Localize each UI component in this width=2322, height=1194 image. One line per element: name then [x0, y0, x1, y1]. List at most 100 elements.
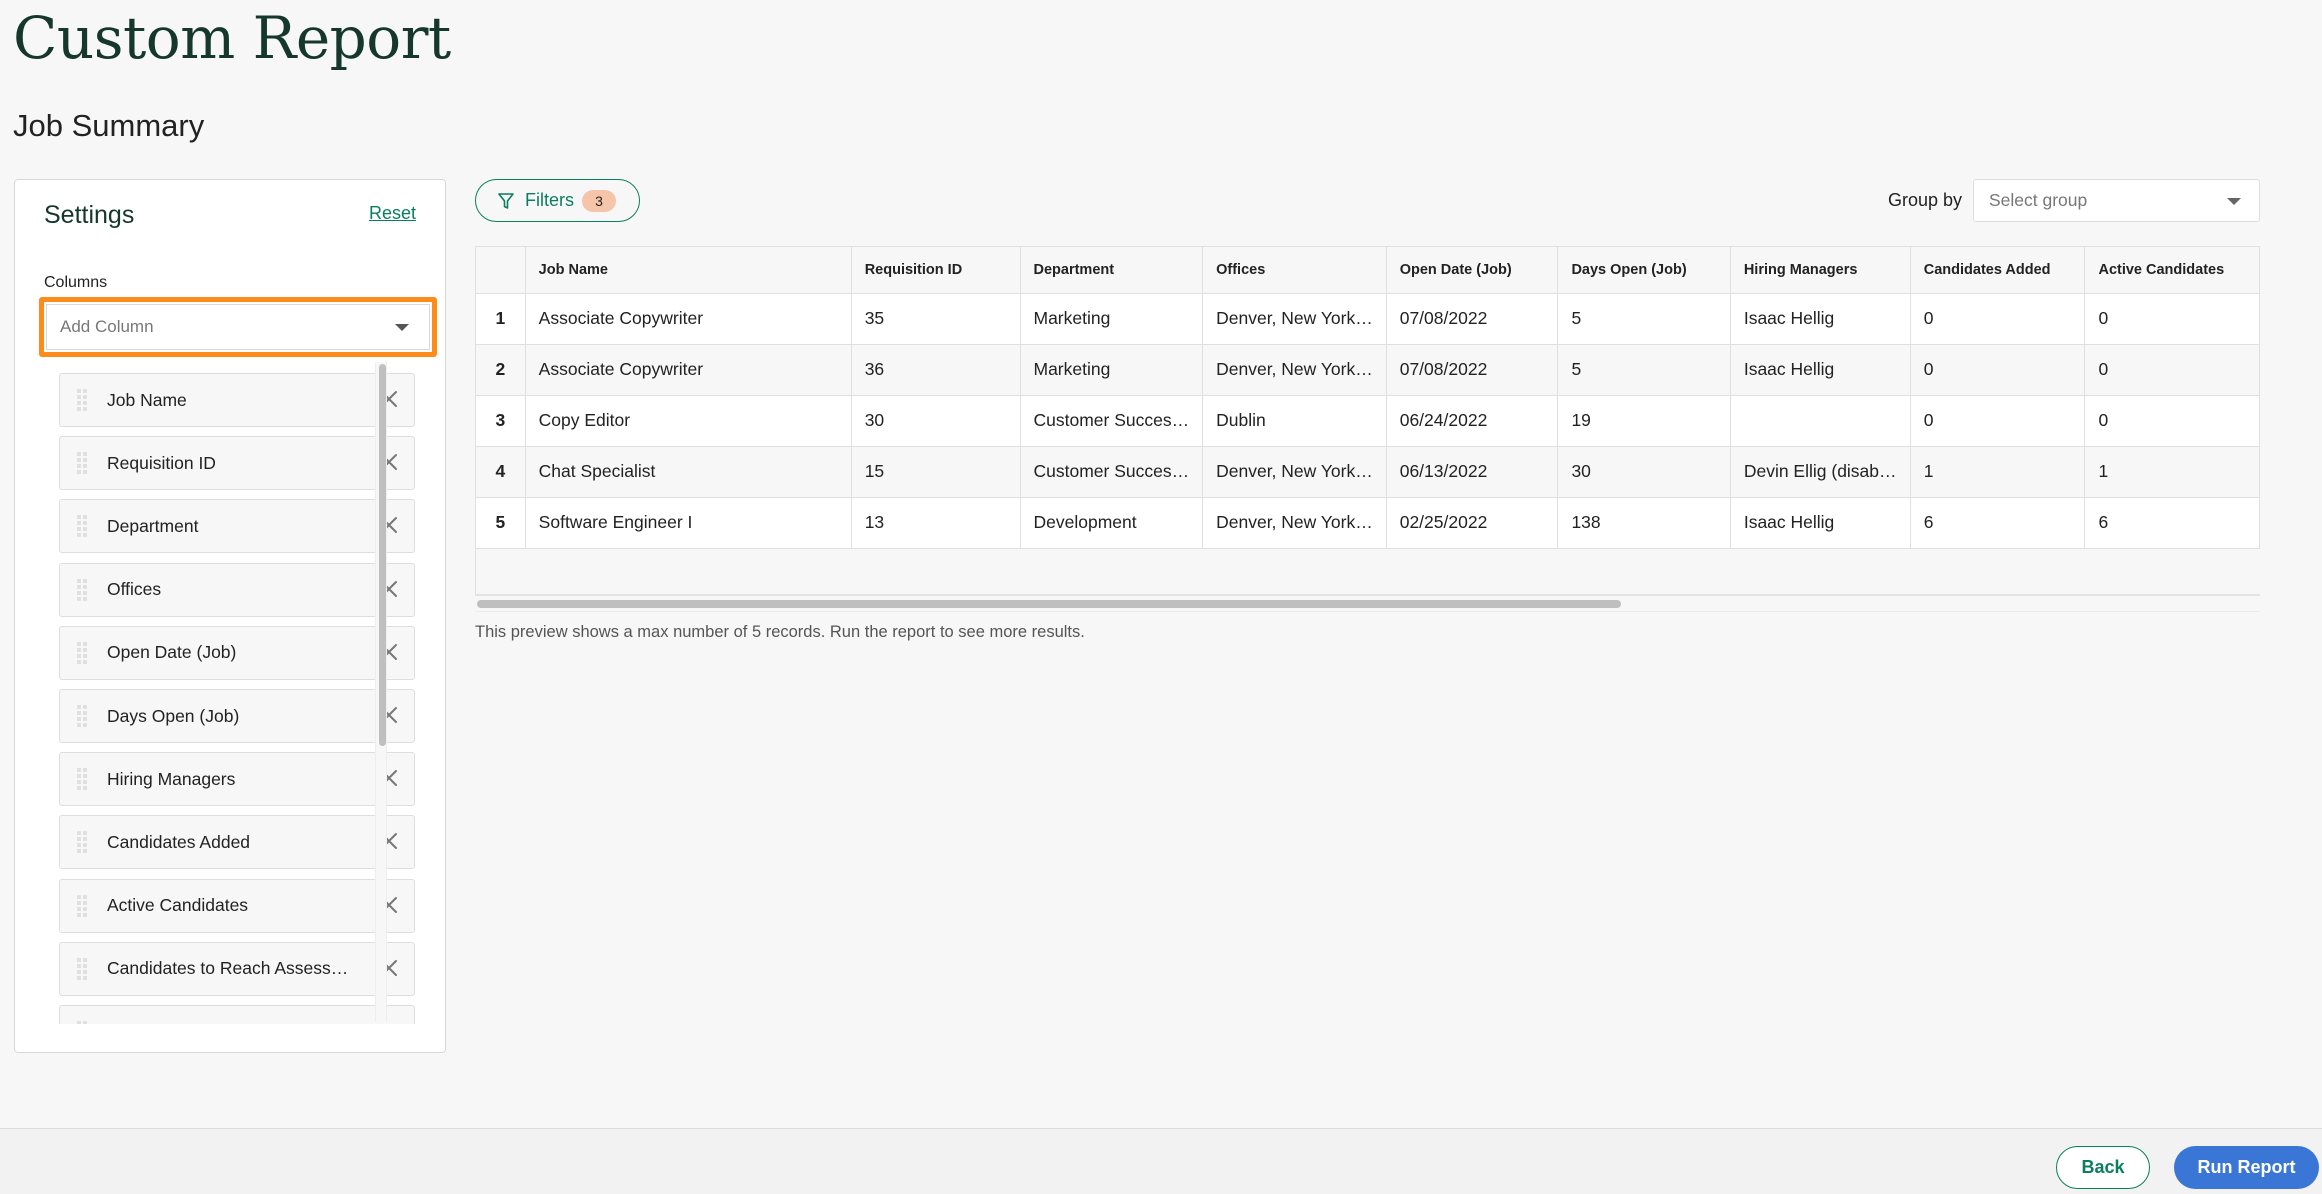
- column-header: Requisition ID: [851, 247, 1021, 294]
- filters-count-badge: 3: [582, 189, 616, 212]
- table-cell: 5: [1557, 344, 1731, 396]
- column-header: Days Open (Job): [1557, 247, 1731, 294]
- table-cell: Denver, New York…: [1202, 446, 1387, 498]
- column-item[interactable]: Hiring Managers: [59, 752, 415, 807]
- table-cell: 138: [1557, 497, 1731, 549]
- report-subtitle: Job Summary: [13, 108, 205, 143]
- table-cell: 07/08/2022: [1386, 293, 1559, 345]
- table-cell: Software Engineer I: [525, 497, 852, 549]
- table-cell: 15: [851, 446, 1021, 498]
- add-column-dropdown[interactable]: Add Column: [39, 297, 437, 357]
- drag-handle-icon[interactable]: [77, 641, 87, 664]
- back-button[interactable]: Back: [2056, 1146, 2150, 1189]
- column-list-scrollbar[interactable]: [375, 362, 387, 1022]
- table-cell: Denver, New York…: [1202, 293, 1387, 345]
- table-divider: [475, 594, 2260, 596]
- table-cell: 0: [2084, 293, 2260, 345]
- drag-handle-icon[interactable]: [77, 957, 87, 980]
- table-horizontal-scrollbar[interactable]: [477, 600, 1621, 608]
- column-list-scrollbar-thumb[interactable]: [379, 364, 386, 746]
- table-cell: 13: [851, 497, 1021, 549]
- row-index: 3: [476, 395, 526, 447]
- run-report-button[interactable]: Run Report: [2174, 1146, 2319, 1189]
- drag-handle-icon[interactable]: [77, 768, 87, 791]
- column-item[interactable]: Candidates Added: [59, 815, 415, 870]
- table-cell: Development: [1020, 497, 1204, 549]
- table-cell: 06/24/2022: [1386, 395, 1559, 447]
- column-item[interactable]: Requisition ID: [59, 436, 415, 491]
- table-cell: 0: [1910, 395, 2086, 447]
- column-item[interactable]: Offices: [59, 562, 415, 617]
- column-item-label: Open Date (Job): [107, 642, 237, 663]
- column-item[interactable]: Department: [59, 499, 415, 554]
- table-cell: Customer Succes…: [1020, 395, 1204, 447]
- table-row: 5 Software Engineer I 13 Development Denver,…: [476, 497, 2260, 549]
- drag-handle-icon[interactable]: [77, 578, 87, 601]
- chevron-down-icon: [395, 324, 409, 331]
- column-header: Open Date (Job): [1386, 247, 1559, 294]
- group-by-placeholder: Select group: [1989, 190, 2088, 210]
- column-item-label: Candidates Added: [107, 831, 251, 852]
- footer-bar: [0, 1128, 2322, 1194]
- table-cell: Denver, New York…: [1202, 497, 1387, 549]
- page-title: Custom Report: [13, 4, 451, 72]
- column-item-label: Days Open (Job): [107, 705, 240, 726]
- table-row: 1 Associate Copywriter 35 Marketing Denver, …: [476, 293, 2260, 345]
- column-item-label: Job Name: [107, 389, 187, 410]
- column-header: Hiring Managers: [1730, 247, 1911, 294]
- column-item-label: Candidates to Reach Assess…: [107, 958, 349, 979]
- column-header: Job Name: [525, 247, 852, 294]
- column-header: Offices: [1202, 247, 1387, 294]
- column-header: Candidates Added: [1910, 247, 2086, 294]
- column-header: Department: [1020, 247, 1204, 294]
- drag-handle-icon[interactable]: [77, 452, 87, 475]
- table-cell: 1: [2084, 446, 2260, 498]
- table-cell: Marketing: [1020, 344, 1204, 396]
- funnel-icon: [498, 192, 514, 209]
- table-cell: 6: [1910, 497, 2086, 549]
- settings-title: Settings: [44, 201, 135, 229]
- drag-handle-icon[interactable]: [77, 1021, 87, 1024]
- column-item[interactable]: Active Candidates: [59, 878, 415, 933]
- column-item-label: Hiring Managers: [107, 768, 236, 789]
- table-row: 2 Associate Copywriter 36 Marketing Denver, …: [476, 344, 2260, 396]
- table-cell: 35: [851, 293, 1021, 345]
- row-index-header: [476, 247, 526, 294]
- drag-handle-icon[interactable]: [77, 831, 87, 854]
- group-by-select[interactable]: Select group: [1973, 179, 2260, 222]
- column-item[interactable]: Open Date (Job): [59, 625, 415, 680]
- table-cell: 19: [1557, 395, 1731, 447]
- drag-handle-icon[interactable]: [77, 389, 87, 411]
- column-item[interactable]: [59, 1005, 415, 1024]
- table-cell: Copy Editor: [525, 395, 852, 447]
- filters-label: Filters: [525, 190, 574, 210]
- table-cell: Devin Ellig (disab…: [1730, 446, 1911, 498]
- drag-handle-icon[interactable]: [77, 894, 87, 917]
- table-row: 3 Copy Editor 30 Customer Succes… Dublin 06/2…: [476, 395, 2260, 447]
- table-cell: Isaac Hellig: [1730, 344, 1911, 396]
- table-cell: 6: [2084, 497, 2260, 549]
- preview-note: This preview shows a max number of 5 rec…: [475, 623, 1085, 641]
- column-item[interactable]: Job Name: [59, 373, 415, 427]
- table-cell: [1730, 395, 1911, 447]
- column-item-label: Active Candidates: [107, 895, 249, 916]
- add-column-placeholder: Add Column: [60, 317, 154, 336]
- table-cell: Denver, New York…: [1202, 344, 1387, 396]
- columns-label: Columns: [44, 274, 108, 291]
- table-cell: 0: [1910, 344, 2086, 396]
- table-cell: 0: [1910, 293, 2086, 345]
- table-cell: Marketing: [1020, 293, 1204, 345]
- column-item[interactable]: Days Open (Job): [59, 689, 415, 743]
- column-item[interactable]: Candidates to Reach Assess…: [59, 941, 415, 996]
- reset-link[interactable]: Reset: [369, 203, 416, 224]
- drag-handle-icon[interactable]: [77, 515, 87, 538]
- table-cell: 30: [1557, 446, 1731, 498]
- table-cell: 1: [1910, 446, 2086, 498]
- table-cell: 06/13/2022: [1386, 446, 1559, 498]
- drag-handle-icon[interactable]: [77, 705, 87, 727]
- column-header: Active Candidates: [2084, 247, 2260, 294]
- filters-button[interactable]: Filters 3: [475, 179, 640, 222]
- table-header-row: Job Name Requisition ID Department Offices O…: [476, 247, 2260, 294]
- row-index: 2: [476, 344, 526, 396]
- row-index: 1: [476, 293, 526, 345]
